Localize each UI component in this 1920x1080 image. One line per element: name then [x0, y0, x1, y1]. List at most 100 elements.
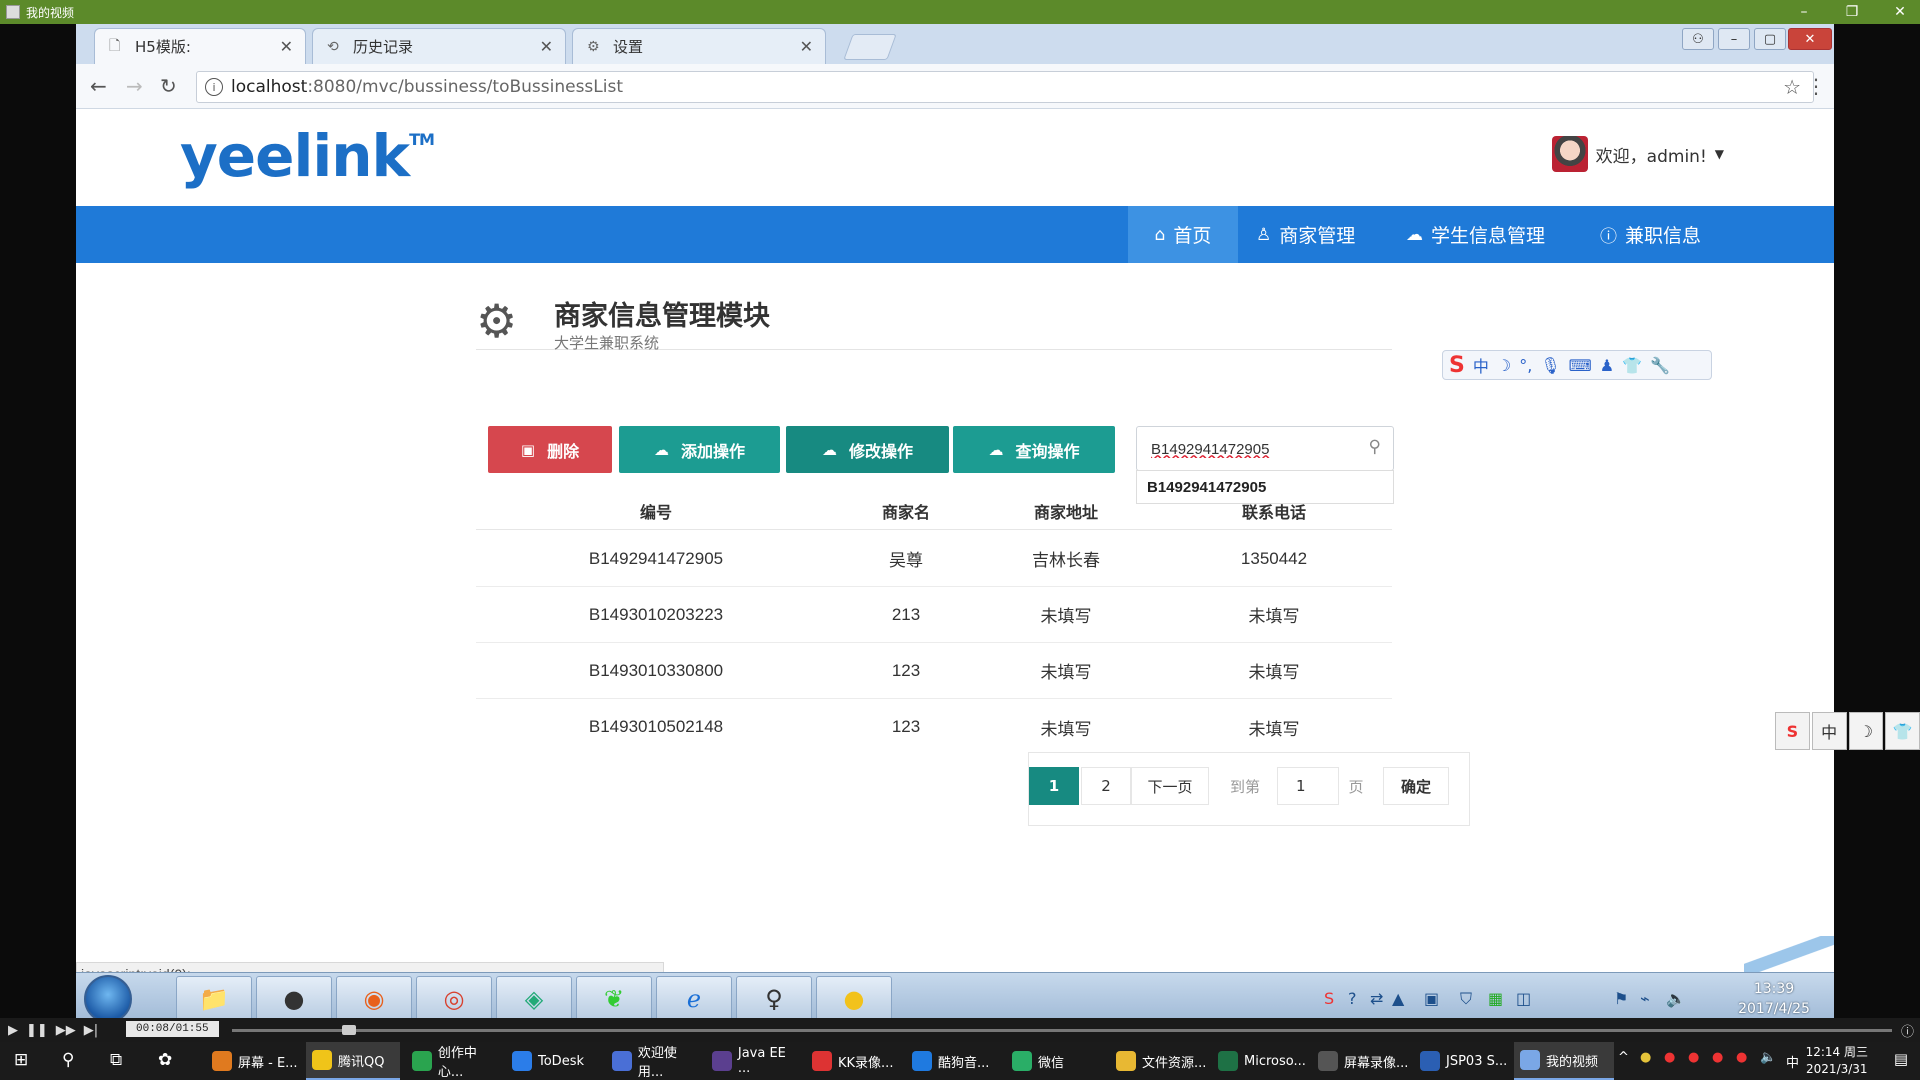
taskbar-item[interactable]: KK录像...	[806, 1042, 902, 1080]
user-icon[interactable]: ⚇	[1682, 28, 1714, 50]
close-icon[interactable]: ✕	[540, 37, 553, 56]
table-row[interactable]: B1493010502148 123 未填写 未填写	[476, 699, 1392, 755]
fast-forward-icon[interactable]: ▶▶	[56, 1023, 76, 1038]
pause-icon[interactable]: ❚❚	[26, 1023, 48, 1038]
reload-icon[interactable]: ↻	[160, 74, 177, 98]
player-restore-icon[interactable]: ❐	[1832, 0, 1872, 24]
moon-icon[interactable]: ☽	[1848, 712, 1884, 750]
tray-expand-icon[interactable]: ▲	[1392, 989, 1404, 1008]
monitor-icon[interactable]: ▣	[1424, 989, 1439, 1008]
volume-icon[interactable]: 🔈	[1760, 1050, 1776, 1065]
back-icon[interactable]: ←	[90, 74, 107, 98]
player-minimize-icon[interactable]: –	[1784, 0, 1824, 24]
mic-icon[interactable]: 🎙	[1540, 356, 1560, 375]
flag-icon[interactable]: ⚑	[1614, 989, 1628, 1008]
taskbar-item[interactable]: 微信	[1006, 1042, 1102, 1080]
forward-icon[interactable]: →	[126, 74, 143, 98]
seek-bar[interactable]	[232, 1025, 1892, 1035]
confirm-button[interactable]: 确定	[1383, 767, 1449, 805]
page-1-button[interactable]: 1	[1029, 767, 1079, 805]
notification-icon[interactable]: ▤	[1894, 1050, 1908, 1068]
shield-icon[interactable]: ⛉	[1460, 989, 1472, 1009]
spring-icon[interactable]: ❦	[576, 976, 652, 1022]
sync-icon[interactable]: ⇄	[1370, 989, 1383, 1008]
delete-button[interactable]: ▣ 删除	[488, 426, 612, 473]
user-ime-icon[interactable]: ♟	[1600, 356, 1614, 375]
nvidia-icon[interactable]: ▦	[1488, 989, 1503, 1008]
bookmark-star-icon[interactable]: ☆	[1783, 75, 1801, 99]
moon-icon[interactable]: ☽	[1497, 356, 1511, 375]
chrome-icon[interactable]: ◎	[416, 976, 492, 1022]
tab-history[interactable]: ⟲ 历史记录 ✕	[312, 28, 566, 64]
qq-tray-icon[interactable]: ●	[1688, 1050, 1699, 1065]
app-pinned-icon[interactable]: ✿	[158, 1050, 172, 1070]
power-icon[interactable]: ⌁	[1640, 989, 1650, 1008]
skin-icon[interactable]: 👕	[1622, 356, 1642, 375]
nav-merchant[interactable]: ♙ 商家管理	[1256, 206, 1355, 263]
ie-icon[interactable]: ℯ	[656, 976, 732, 1022]
ime-chinese-icon[interactable]: 中	[1473, 353, 1489, 377]
table-row[interactable]: B1493010330800 123 未填写 未填写	[476, 643, 1392, 699]
search-icon[interactable]: ⚲	[1369, 437, 1381, 457]
explorer-icon[interactable]: 📁	[176, 976, 252, 1022]
next-frame-icon[interactable]: ▶|	[84, 1023, 98, 1038]
skin-icon[interactable]: 👕	[1885, 712, 1920, 750]
close-icon[interactable]: ✕	[800, 37, 813, 56]
help-icon[interactable]: ?	[1348, 989, 1357, 1008]
network-app-icon[interactable]: ◈	[496, 976, 572, 1022]
taskbar-item[interactable]: Microso...	[1212, 1042, 1308, 1080]
page-number-input[interactable]: 1	[1277, 767, 1339, 805]
taskbar-item[interactable]: 创作中心...	[406, 1042, 502, 1080]
site-logo[interactable]: yeelinkTM	[180, 122, 435, 190]
taskbar-item[interactable]: Java EE ...	[706, 1042, 802, 1080]
minimize-icon[interactable]: –	[1718, 28, 1750, 50]
add-button[interactable]: ☁ 添加操作	[619, 426, 780, 473]
keyboard-icon[interactable]: ⌨	[1569, 356, 1592, 375]
modify-button[interactable]: ☁ 修改操作	[786, 426, 949, 473]
close-icon[interactable]: ✕	[280, 37, 293, 56]
play-icon[interactable]: ▶	[8, 1023, 18, 1038]
user-menu[interactable]: 欢迎，admin! ▼	[1551, 136, 1724, 172]
search-input[interactable]	[1151, 437, 1351, 461]
tab-h5-template[interactable]: 🗋 H5模版: ✕	[94, 28, 306, 64]
qq-tray-icon[interactable]: ●	[1664, 1050, 1675, 1065]
menu-icon[interactable]: ⋮	[1806, 74, 1826, 98]
query-button[interactable]: ☁ 查询操作	[953, 426, 1115, 473]
taskbar-item[interactable]: 文件资源...	[1110, 1042, 1210, 1080]
taskbar-item[interactable]: 腾讯QQ	[306, 1042, 400, 1080]
page-2-button[interactable]: 2	[1081, 767, 1131, 805]
ime-chinese-icon[interactable]: 中	[1811, 712, 1847, 750]
new-tab-button[interactable]	[843, 34, 897, 60]
info-icon[interactable]: i	[205, 78, 223, 96]
lemon-app-icon[interactable]: ●	[816, 976, 892, 1022]
nav-student[interactable]: ☁ 学生信息管理	[1406, 206, 1545, 263]
taskbar-item[interactable]: ToDesk	[506, 1042, 602, 1080]
taskbar-item[interactable]: 屏幕 - E...	[206, 1042, 302, 1080]
taskbar-item[interactable]: 欢迎使用...	[606, 1042, 702, 1080]
taskbar-item[interactable]: 屏幕录像...	[1312, 1042, 1416, 1080]
window-close-icon[interactable]: ✕	[1788, 28, 1832, 50]
recorded-clock[interactable]: 13:39 2017/4/25	[1724, 979, 1824, 1019]
start-orb-icon[interactable]	[84, 975, 132, 1023]
maximize-icon[interactable]: ▢	[1754, 28, 1786, 50]
tab-settings[interactable]: ⚙ 设置 ✕	[572, 28, 826, 64]
url-input[interactable]: i localhost:8080/mvc/bussiness/toBussine…	[196, 71, 1814, 103]
table-row[interactable]: B1492941472905 吴尊 吉林长春 1350442	[476, 531, 1392, 587]
player-close-icon[interactable]: ✕	[1880, 0, 1920, 24]
seek-knob[interactable]	[342, 1025, 356, 1035]
tray-expand-icon[interactable]: ^	[1618, 1050, 1629, 1065]
tray-app-icon[interactable]: ●	[1640, 1050, 1651, 1065]
figure-app-icon[interactable]: ♀	[736, 976, 812, 1022]
taskbar-item[interactable]: 酷狗音...	[906, 1042, 1002, 1080]
table-row[interactable]: B1493010203223 213 未填写 未填写	[476, 587, 1392, 643]
system-clock[interactable]: 12:14 周三 2021/3/31	[1806, 1044, 1868, 1078]
player-app-icon[interactable]: ●	[256, 976, 332, 1022]
ime-language[interactable]: 中	[1786, 1052, 1799, 1071]
info-icon[interactable]: ⓘ	[1901, 1021, 1914, 1040]
volume-icon[interactable]: 🔈	[1666, 989, 1686, 1008]
taskbar-item[interactable]: JSP03 S...	[1414, 1042, 1510, 1080]
task-view-icon[interactable]: ⧉	[110, 1050, 122, 1070]
sogou-icon[interactable]: S	[1324, 989, 1334, 1008]
app-tray-icon[interactable]: ◫	[1516, 989, 1531, 1008]
qq-tray-icon[interactable]: ●	[1736, 1050, 1747, 1065]
